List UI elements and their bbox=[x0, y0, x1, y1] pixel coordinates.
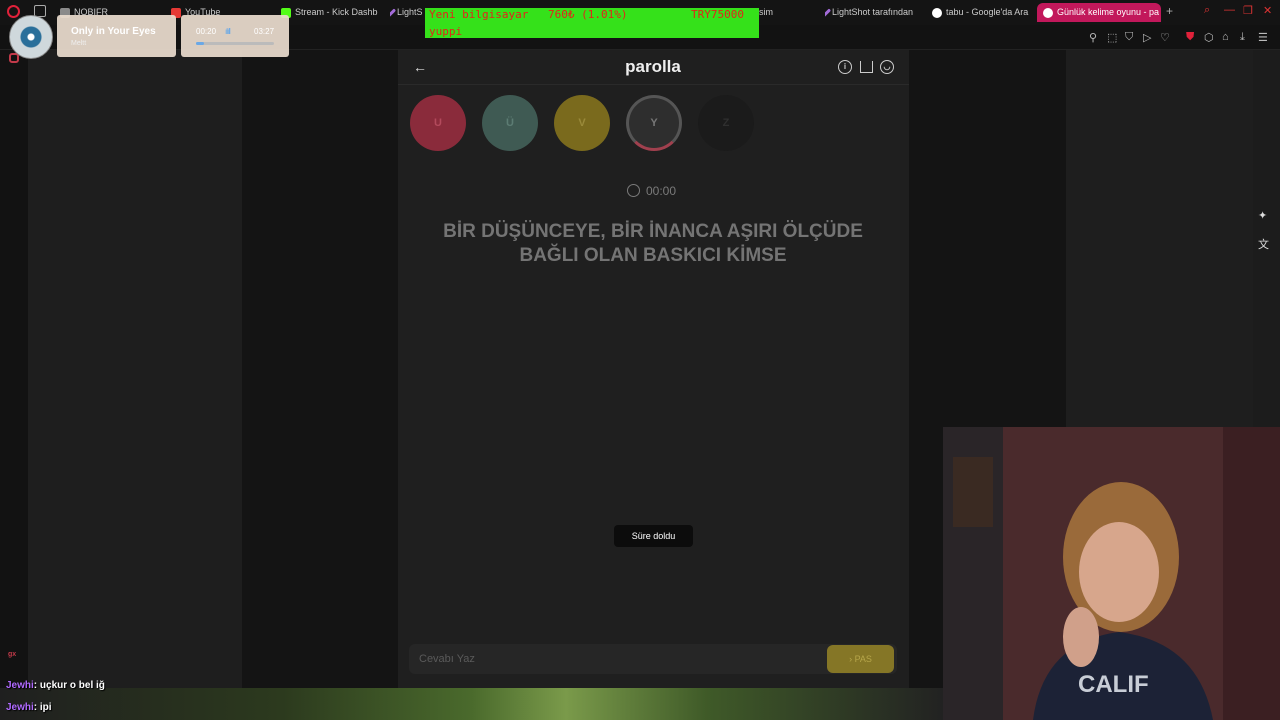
maximize-button[interactable]: ❐ bbox=[1243, 4, 1253, 17]
adblock-icon[interactable]: ⛊ bbox=[1186, 31, 1194, 44]
letter-char: Z bbox=[722, 117, 730, 129]
webcam-image: CALIF bbox=[943, 427, 1280, 720]
song-progress-bar bbox=[196, 42, 274, 45]
page-left-background bbox=[28, 50, 242, 688]
play-icon[interactable]: ▷ bbox=[1143, 31, 1151, 44]
search-tabs-icon[interactable]: ⌕ bbox=[1204, 4, 1210, 17]
svg-text:CALIF: CALIF bbox=[1078, 671, 1149, 698]
letter-circle-u-umlaut: Ü bbox=[482, 95, 538, 151]
letter-circle-v: V bbox=[554, 95, 610, 151]
download-icon[interactable]: ⤓ bbox=[1240, 31, 1245, 44]
tab-label: LightShot tarafından bbox=[832, 7, 914, 17]
song-progress-fill bbox=[196, 42, 204, 45]
chat-text: : uçkur o bel iğ bbox=[33, 680, 105, 691]
goal-subtitle: yuppi bbox=[429, 25, 463, 38]
shield-icon[interactable]: ⛉ bbox=[1125, 31, 1133, 44]
tab-label: sim bbox=[759, 7, 773, 17]
snapshot-icon[interactable]: ⬚ bbox=[1107, 31, 1117, 44]
letter-char: U bbox=[434, 117, 442, 129]
tab-google-search[interactable]: tabu - Google'da Ara bbox=[932, 3, 1032, 22]
page-right-background bbox=[1066, 50, 1280, 427]
tab-lightshot[interactable]: LightS bbox=[390, 3, 430, 22]
letter-circle-y-current: Y bbox=[626, 95, 682, 151]
song-elapsed: 00:20 bbox=[196, 27, 217, 36]
tab-hidden[interactable]: sim bbox=[759, 3, 779, 22]
parolla-favicon-icon bbox=[1043, 7, 1053, 18]
tab-label: Stream - Kick Dashb bbox=[295, 7, 378, 17]
minimize-button[interactable]: — bbox=[1224, 4, 1235, 16]
song-duration: 03:27 bbox=[254, 27, 275, 36]
translate-icon[interactable]: 文 bbox=[1258, 236, 1269, 252]
menu-icon[interactable]: ☰ bbox=[1258, 31, 1268, 44]
song-title: Only in Your Eyes bbox=[71, 26, 156, 37]
tab-kick-dashboard[interactable]: Stream - Kick Dashb bbox=[281, 3, 381, 22]
letter-circle-u: U bbox=[410, 95, 466, 151]
time-up-toast: Süre doldu bbox=[614, 525, 693, 547]
pin-icon[interactable]: ⚲ bbox=[1089, 31, 1097, 44]
album-art-icon bbox=[9, 15, 53, 59]
donation-goal-banner: Yeni bilgisayar 760₺ (1.01%) TRY75000 yu… bbox=[425, 8, 759, 38]
letter-char: Y bbox=[650, 117, 658, 129]
question-text: BİR DÜŞÜNCEYE, BİR İNANCA AŞIRI ÖLÇÜDE B… bbox=[443, 221, 863, 266]
answer-input[interactable] bbox=[409, 644, 819, 674]
chat-username: Jewhi bbox=[6, 680, 34, 691]
browser-sidebar bbox=[0, 50, 28, 720]
screen: NOBIFR YouTube Stream - Kick Dashb Light… bbox=[0, 0, 1280, 720]
lightshot-icon bbox=[390, 7, 397, 18]
pass-label: PAS bbox=[854, 654, 872, 664]
extensions-icon[interactable]: ⬡ bbox=[1204, 31, 1214, 44]
tab-label: Günlük kelime oyunu - pa bbox=[1057, 7, 1160, 17]
wallet-icon[interactable]: ⌂ bbox=[1222, 31, 1229, 43]
webcam-overlay: CALIF bbox=[943, 427, 1280, 720]
profile-icon[interactable]: ◡ bbox=[880, 60, 894, 74]
chevron-right-icon: › bbox=[849, 654, 853, 664]
stats-icon[interactable] bbox=[860, 61, 873, 73]
chat-message: Jewhi: ipi bbox=[6, 702, 52, 713]
letter-char: V bbox=[578, 117, 586, 129]
goal-title: Yeni bilgisayar bbox=[429, 8, 529, 21]
letter-circle-z: Z bbox=[698, 95, 754, 151]
goal-target: TRY75000 bbox=[691, 8, 744, 21]
info-icon[interactable]: i bbox=[838, 60, 852, 74]
chat-username: Jewhi bbox=[6, 702, 34, 713]
tab-label: tabu - Google'da Ara bbox=[946, 7, 1029, 17]
music-time-card bbox=[181, 15, 289, 57]
tab-parolla-active[interactable]: Günlük kelime oyunu - pa bbox=[1037, 3, 1161, 22]
opera-logo-icon[interactable] bbox=[7, 5, 20, 18]
goal-progress: 760₺ (1.01%) bbox=[548, 8, 628, 21]
google-icon bbox=[932, 7, 942, 18]
ai-sparkle-icon[interactable]: ✦ bbox=[1258, 209, 1267, 222]
chat-message: Jewhi: uçkur o bel iğ bbox=[6, 680, 105, 691]
pass-button[interactable]: › PAS bbox=[827, 645, 894, 673]
song-artist: Meltt bbox=[71, 40, 87, 47]
app-title: parolla bbox=[625, 57, 681, 76]
letter-char: Ü bbox=[506, 117, 514, 129]
tab-lightshot-2[interactable]: LightShot tarafından bbox=[825, 3, 925, 22]
lightshot-icon bbox=[825, 7, 832, 18]
tab-label: LightS bbox=[397, 7, 423, 17]
clock-icon bbox=[627, 184, 640, 197]
back-arrow-icon[interactable]: ← bbox=[413, 59, 427, 75]
chat-text: : ipi bbox=[33, 702, 52, 713]
game-footage-strip bbox=[0, 688, 943, 720]
new-tab-button[interactable]: + bbox=[1166, 4, 1173, 18]
heart-icon[interactable]: ♡ bbox=[1160, 31, 1170, 44]
gx-label: gx bbox=[8, 651, 17, 658]
timer: 00:00 bbox=[646, 184, 677, 198]
close-window-button[interactable]: ✕ bbox=[1263, 4, 1272, 17]
equalizer-icon: ılıll bbox=[225, 27, 231, 36]
